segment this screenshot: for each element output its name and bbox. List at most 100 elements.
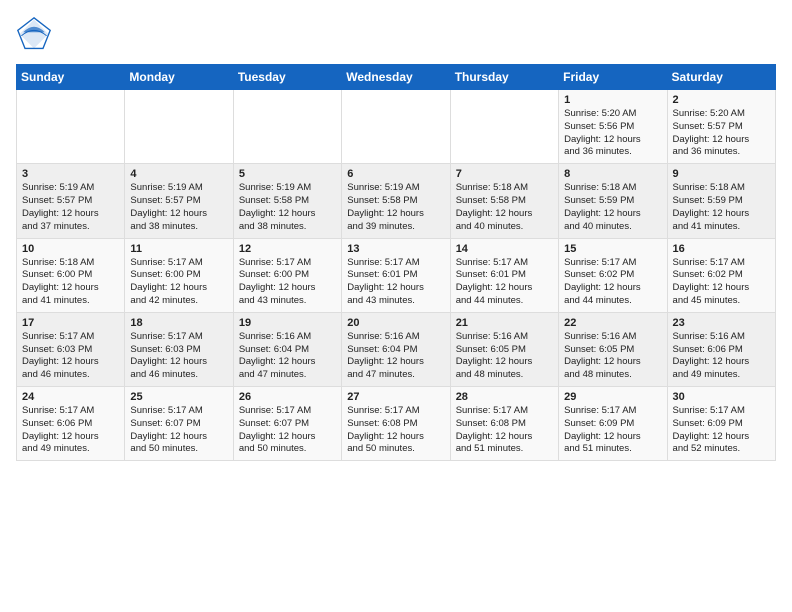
calendar-header-monday: Monday	[125, 65, 233, 90]
day-number: 29	[564, 391, 661, 403]
day-info: Sunrise: 5:17 AMSunset: 6:01 PMDaylight:…	[456, 257, 553, 308]
calendar-cell: 23 Sunrise: 5:16 AMSunset: 6:06 PMDayligh…	[667, 312, 775, 386]
day-info: Sunrise: 5:17 AMSunset: 6:08 PMDaylight:…	[456, 405, 553, 456]
calendar-cell: 11 Sunrise: 5:17 AMSunset: 6:00 PMDayligh…	[125, 238, 233, 312]
day-info: Sunrise: 5:17 AMSunset: 6:02 PMDaylight:…	[673, 257, 770, 308]
day-info: Sunrise: 5:20 AMSunset: 5:57 PMDaylight:…	[673, 108, 770, 159]
day-info: Sunrise: 5:19 AMSunset: 5:58 PMDaylight:…	[347, 182, 444, 233]
day-info: Sunrise: 5:17 AMSunset: 6:09 PMDaylight:…	[673, 405, 770, 456]
day-number: 3	[22, 168, 119, 180]
calendar-cell: 25 Sunrise: 5:17 AMSunset: 6:07 PMDayligh…	[125, 387, 233, 461]
calendar-week-4: 17 Sunrise: 5:17 AMSunset: 6:03 PMDayligh…	[17, 312, 776, 386]
day-number: 20	[347, 317, 444, 329]
page-header	[16, 16, 776, 52]
day-info: Sunrise: 5:16 AMSunset: 6:04 PMDaylight:…	[239, 331, 336, 382]
calendar-cell: 24Sunrise: 5:17 AMSunset: 6:06 PMDayligh…	[17, 387, 125, 461]
day-number: 23	[673, 317, 770, 329]
calendar-week-2: 3 Sunrise: 5:19 AMSunset: 5:57 PMDaylight…	[17, 164, 776, 238]
day-number: 7	[456, 168, 553, 180]
day-number: 19	[239, 317, 336, 329]
calendar-cell: 30 Sunrise: 5:17 AMSunset: 6:09 PMDayligh…	[667, 387, 775, 461]
day-number: 22	[564, 317, 661, 329]
day-number: 10	[22, 243, 119, 255]
day-info: Sunrise: 5:17 AMSunset: 6:07 PMDaylight:…	[130, 405, 227, 456]
calendar-header-wednesday: Wednesday	[342, 65, 450, 90]
logo-icon	[16, 16, 52, 52]
day-info: Sunrise: 5:17 AMSunset: 6:08 PMDaylight:…	[347, 405, 444, 456]
calendar-cell: 7 Sunrise: 5:18 AMSunset: 5:58 PMDaylight…	[450, 164, 558, 238]
calendar-cell: 14 Sunrise: 5:17 AMSunset: 6:01 PMDayligh…	[450, 238, 558, 312]
calendar-cell: 3 Sunrise: 5:19 AMSunset: 5:57 PMDaylight…	[17, 164, 125, 238]
day-info: Sunrise: 5:17 AMSunset: 6:00 PMDaylight:…	[239, 257, 336, 308]
day-number: 17	[22, 317, 119, 329]
calendar-cell	[17, 90, 125, 164]
day-info: Sunrise: 5:17 AMSunset: 6:02 PMDaylight:…	[564, 257, 661, 308]
calendar-cell	[125, 90, 233, 164]
day-info: Sunrise: 5:19 AMSunset: 5:57 PMDaylight:…	[22, 182, 119, 233]
calendar-cell: 18Sunrise: 5:17 AMSunset: 6:03 PMDayligh…	[125, 312, 233, 386]
day-info: Sunrise: 5:16 AMSunset: 6:05 PMDaylight:…	[564, 331, 661, 382]
calendar-week-5: 24Sunrise: 5:17 AMSunset: 6:06 PMDayligh…	[17, 387, 776, 461]
calendar-cell	[233, 90, 341, 164]
day-info: Sunrise: 5:16 AMSunset: 6:06 PMDaylight:…	[673, 331, 770, 382]
day-number: 30	[673, 391, 770, 403]
day-info: Sunrise: 5:18 AMSunset: 6:00 PMDaylight:…	[22, 257, 119, 308]
calendar-cell: 5Sunrise: 5:19 AMSunset: 5:58 PMDaylight…	[233, 164, 341, 238]
calendar-header-friday: Friday	[559, 65, 667, 90]
calendar-cell: 16 Sunrise: 5:17 AMSunset: 6:02 PMDayligh…	[667, 238, 775, 312]
calendar-header-thursday: Thursday	[450, 65, 558, 90]
calendar-week-1: 1Sunrise: 5:20 AMSunset: 5:56 PMDaylight…	[17, 90, 776, 164]
calendar-cell: 4 Sunrise: 5:19 AMSunset: 5:57 PMDaylight…	[125, 164, 233, 238]
calendar-week-3: 10 Sunrise: 5:18 AMSunset: 6:00 PMDayligh…	[17, 238, 776, 312]
calendar-cell: 12 Sunrise: 5:17 AMSunset: 6:00 PMDayligh…	[233, 238, 341, 312]
day-info: Sunrise: 5:17 AMSunset: 6:01 PMDaylight:…	[347, 257, 444, 308]
calendar-cell	[342, 90, 450, 164]
calendar-table: SundayMondayTuesdayWednesdayThursdayFrid…	[16, 64, 776, 461]
day-number: 14	[456, 243, 553, 255]
day-info: Sunrise: 5:17 AMSunset: 6:03 PMDaylight:…	[22, 331, 119, 382]
calendar-cell: 28 Sunrise: 5:17 AMSunset: 6:08 PMDayligh…	[450, 387, 558, 461]
calendar-header-sunday: Sunday	[17, 65, 125, 90]
day-number: 28	[456, 391, 553, 403]
calendar-cell: 13Sunrise: 5:17 AMSunset: 6:01 PMDayligh…	[342, 238, 450, 312]
day-number: 26	[239, 391, 336, 403]
day-info: Sunrise: 5:17 AMSunset: 6:03 PMDaylight:…	[130, 331, 227, 382]
day-info: Sunrise: 5:18 AMSunset: 5:58 PMDaylight:…	[456, 182, 553, 233]
day-number: 15	[564, 243, 661, 255]
calendar-cell: 8 Sunrise: 5:18 AMSunset: 5:59 PMDaylight…	[559, 164, 667, 238]
day-info: Sunrise: 5:17 AMSunset: 6:09 PMDaylight:…	[564, 405, 661, 456]
day-number: 11	[130, 243, 227, 255]
day-number: 9	[673, 168, 770, 180]
day-number: 27	[347, 391, 444, 403]
day-number: 8	[564, 168, 661, 180]
calendar-cell: 20 Sunrise: 5:16 AMSunset: 6:04 PMDayligh…	[342, 312, 450, 386]
day-info: Sunrise: 5:19 AMSunset: 5:58 PMDaylight:…	[239, 182, 336, 233]
calendar-cell: 9 Sunrise: 5:18 AMSunset: 5:59 PMDaylight…	[667, 164, 775, 238]
day-info: Sunrise: 5:18 AMSunset: 5:59 PMDaylight:…	[564, 182, 661, 233]
calendar-cell: 19 Sunrise: 5:16 AMSunset: 6:04 PMDayligh…	[233, 312, 341, 386]
calendar-cell: 15 Sunrise: 5:17 AMSunset: 6:02 PMDayligh…	[559, 238, 667, 312]
calendar-cell: 17 Sunrise: 5:17 AMSunset: 6:03 PMDayligh…	[17, 312, 125, 386]
day-info: Sunrise: 5:16 AMSunset: 6:04 PMDaylight:…	[347, 331, 444, 382]
day-number: 4	[130, 168, 227, 180]
day-number: 6	[347, 168, 444, 180]
calendar-cell: 22 Sunrise: 5:16 AMSunset: 6:05 PMDayligh…	[559, 312, 667, 386]
day-info: Sunrise: 5:19 AMSunset: 5:57 PMDaylight:…	[130, 182, 227, 233]
calendar-cell: 6 Sunrise: 5:19 AMSunset: 5:58 PMDaylight…	[342, 164, 450, 238]
day-info: Sunrise: 5:18 AMSunset: 5:59 PMDaylight:…	[673, 182, 770, 233]
calendar-cell	[450, 90, 558, 164]
day-number: 12	[239, 243, 336, 255]
day-number: 24	[22, 391, 119, 403]
calendar-header-saturday: Saturday	[667, 65, 775, 90]
day-number: 1	[564, 94, 661, 106]
day-number: 16	[673, 243, 770, 255]
day-info: Sunrise: 5:17 AMSunset: 6:07 PMDaylight:…	[239, 405, 336, 456]
calendar-cell: 29 Sunrise: 5:17 AMSunset: 6:09 PMDayligh…	[559, 387, 667, 461]
calendar-cell: 1Sunrise: 5:20 AMSunset: 5:56 PMDaylight…	[559, 90, 667, 164]
day-info: Sunrise: 5:17 AMSunset: 6:00 PMDaylight:…	[130, 257, 227, 308]
calendar-cell: 2 Sunrise: 5:20 AMSunset: 5:57 PMDaylight…	[667, 90, 775, 164]
day-number: 25	[130, 391, 227, 403]
day-number: 2	[673, 94, 770, 106]
calendar-header-tuesday: Tuesday	[233, 65, 341, 90]
calendar-cell: 27 Sunrise: 5:17 AMSunset: 6:08 PMDayligh…	[342, 387, 450, 461]
